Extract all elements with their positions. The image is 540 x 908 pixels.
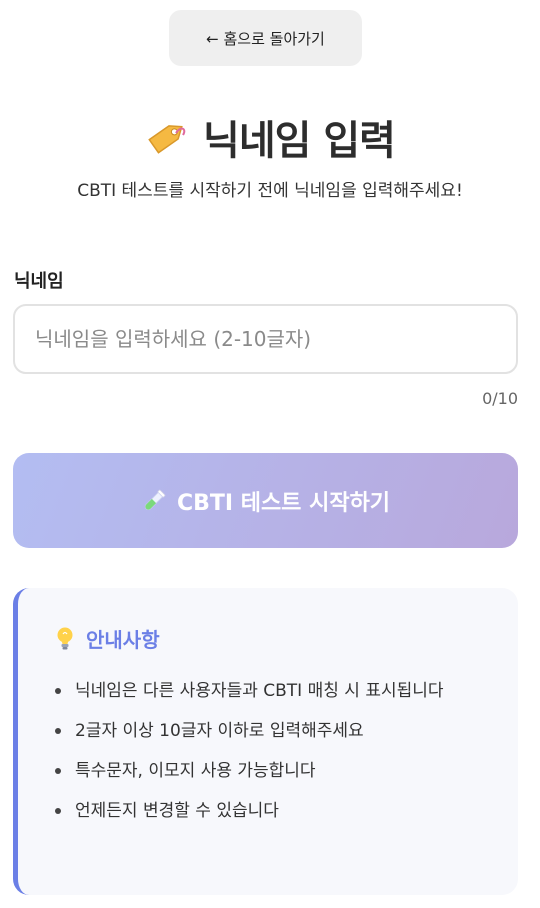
page-subtitle: CBTI 테스트를 시작하기 전에 닉네임을 입력해주세요!: [77, 181, 463, 201]
page-title: 닉네임 입력: [203, 118, 396, 164]
page-header: 닉네임 입력: [0, 108, 540, 166]
nickname-label: 닉네임: [14, 271, 64, 292]
list-item: 2글자 이상 10글자 이하로 입력해주세요: [50, 716, 490, 746]
info-list: 닉네임은 다른 사용자들과 CBTI 매칭 시 표시됩니다 2글자 이상 10글…: [50, 676, 490, 836]
info-title: 안내사항: [86, 628, 160, 652]
info-header: 안내사항: [54, 624, 160, 653]
character-counter: 0/10: [482, 389, 518, 408]
tag-icon: [148, 125, 186, 154]
lightbulb-icon: [57, 627, 73, 649]
test-tube-icon: [144, 489, 166, 510]
start-test-button[interactable]: CBTI 테스트 시작하기: [13, 453, 518, 548]
nickname-page: ← 홈으로 돌아가기 닉네임 입력 CBTI 테스트를 시작하기 전에 닉네임을…: [0, 0, 540, 908]
nickname-input[interactable]: [13, 304, 518, 374]
info-box: 안내사항 닉네임은 다른 사용자들과 CBTI 매칭 시 표시됩니다 2글자 이…: [13, 588, 518, 895]
list-item: 언제든지 변경할 수 있습니다: [50, 796, 490, 826]
start-button-label: CBTI 테스트 시작하기: [176, 490, 391, 516]
back-home-button[interactable]: ← 홈으로 돌아가기: [169, 10, 362, 66]
list-item: 특수문자, 이모지 사용 가능합니다: [50, 756, 490, 786]
list-item: 닉네임은 다른 사용자들과 CBTI 매칭 시 표시됩니다: [50, 676, 490, 706]
